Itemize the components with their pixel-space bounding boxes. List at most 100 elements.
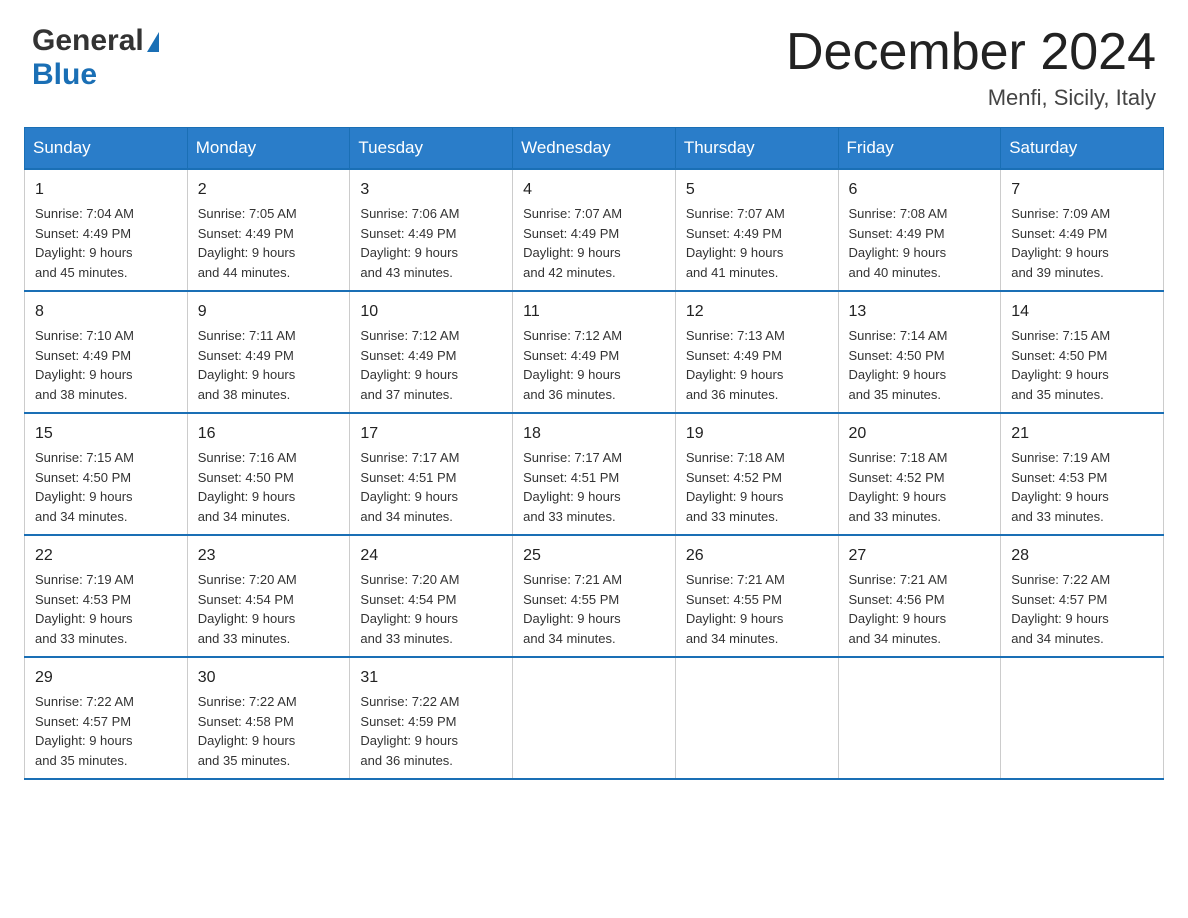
week-row-3: 15Sunrise: 7:15 AM Sunset: 4:50 PM Dayli… [25, 413, 1164, 535]
day-info: Sunrise: 7:20 AM Sunset: 4:54 PM Dayligh… [360, 570, 502, 648]
day-number: 18 [523, 422, 665, 446]
day-number: 8 [35, 300, 177, 324]
day-number: 5 [686, 178, 828, 202]
weekday-header-thursday: Thursday [675, 128, 838, 170]
day-number: 7 [1011, 178, 1153, 202]
day-info: Sunrise: 7:22 AM Sunset: 4:57 PM Dayligh… [35, 692, 177, 770]
day-info: Sunrise: 7:15 AM Sunset: 4:50 PM Dayligh… [1011, 326, 1153, 404]
calendar-cell: 8Sunrise: 7:10 AM Sunset: 4:49 PM Daylig… [25, 291, 188, 413]
header-right: December 2024 Menfi, Sicily, Italy [786, 24, 1156, 111]
weekday-header-friday: Friday [838, 128, 1001, 170]
month-title: December 2024 [786, 24, 1156, 81]
day-info: Sunrise: 7:13 AM Sunset: 4:49 PM Dayligh… [686, 326, 828, 404]
calendar-cell: 16Sunrise: 7:16 AM Sunset: 4:50 PM Dayli… [187, 413, 350, 535]
day-number: 4 [523, 178, 665, 202]
weekday-header-monday: Monday [187, 128, 350, 170]
day-info: Sunrise: 7:12 AM Sunset: 4:49 PM Dayligh… [523, 326, 665, 404]
day-number: 21 [1011, 422, 1153, 446]
page-header: General Blue December 2024 Menfi, Sicily… [0, 0, 1188, 127]
calendar-cell: 1Sunrise: 7:04 AM Sunset: 4:49 PM Daylig… [25, 169, 188, 291]
day-number: 15 [35, 422, 177, 446]
calendar-cell: 20Sunrise: 7:18 AM Sunset: 4:52 PM Dayli… [838, 413, 1001, 535]
week-row-5: 29Sunrise: 7:22 AM Sunset: 4:57 PM Dayli… [25, 657, 1164, 779]
day-number: 14 [1011, 300, 1153, 324]
week-row-1: 1Sunrise: 7:04 AM Sunset: 4:49 PM Daylig… [25, 169, 1164, 291]
calendar-cell: 29Sunrise: 7:22 AM Sunset: 4:57 PM Dayli… [25, 657, 188, 779]
calendar-cell: 26Sunrise: 7:21 AM Sunset: 4:55 PM Dayli… [675, 535, 838, 657]
weekday-header-saturday: Saturday [1001, 128, 1164, 170]
day-info: Sunrise: 7:20 AM Sunset: 4:54 PM Dayligh… [198, 570, 340, 648]
day-info: Sunrise: 7:21 AM Sunset: 4:56 PM Dayligh… [849, 570, 991, 648]
calendar-cell: 4Sunrise: 7:07 AM Sunset: 4:49 PM Daylig… [513, 169, 676, 291]
day-number: 11 [523, 300, 665, 324]
calendar-cell [838, 657, 1001, 779]
day-info: Sunrise: 7:10 AM Sunset: 4:49 PM Dayligh… [35, 326, 177, 404]
calendar-cell: 10Sunrise: 7:12 AM Sunset: 4:49 PM Dayli… [350, 291, 513, 413]
day-info: Sunrise: 7:21 AM Sunset: 4:55 PM Dayligh… [686, 570, 828, 648]
calendar-cell: 11Sunrise: 7:12 AM Sunset: 4:49 PM Dayli… [513, 291, 676, 413]
day-info: Sunrise: 7:14 AM Sunset: 4:50 PM Dayligh… [849, 326, 991, 404]
day-number: 24 [360, 544, 502, 568]
calendar-cell: 14Sunrise: 7:15 AM Sunset: 4:50 PM Dayli… [1001, 291, 1164, 413]
day-number: 17 [360, 422, 502, 446]
weekday-header-tuesday: Tuesday [350, 128, 513, 170]
day-info: Sunrise: 7:12 AM Sunset: 4:49 PM Dayligh… [360, 326, 502, 404]
day-number: 20 [849, 422, 991, 446]
day-number: 12 [686, 300, 828, 324]
day-info: Sunrise: 7:07 AM Sunset: 4:49 PM Dayligh… [523, 204, 665, 282]
calendar-cell [1001, 657, 1164, 779]
calendar-cell: 31Sunrise: 7:22 AM Sunset: 4:59 PM Dayli… [350, 657, 513, 779]
logo-blue-text: Blue [32, 58, 97, 91]
calendar-cell: 23Sunrise: 7:20 AM Sunset: 4:54 PM Dayli… [187, 535, 350, 657]
day-number: 19 [686, 422, 828, 446]
day-info: Sunrise: 7:09 AM Sunset: 4:49 PM Dayligh… [1011, 204, 1153, 282]
calendar-cell: 30Sunrise: 7:22 AM Sunset: 4:58 PM Dayli… [187, 657, 350, 779]
calendar-cell: 9Sunrise: 7:11 AM Sunset: 4:49 PM Daylig… [187, 291, 350, 413]
calendar-cell: 2Sunrise: 7:05 AM Sunset: 4:49 PM Daylig… [187, 169, 350, 291]
day-number: 13 [849, 300, 991, 324]
day-info: Sunrise: 7:04 AM Sunset: 4:49 PM Dayligh… [35, 204, 177, 282]
day-number: 10 [360, 300, 502, 324]
calendar-cell: 3Sunrise: 7:06 AM Sunset: 4:49 PM Daylig… [350, 169, 513, 291]
day-number: 28 [1011, 544, 1153, 568]
day-info: Sunrise: 7:06 AM Sunset: 4:49 PM Dayligh… [360, 204, 502, 282]
day-number: 3 [360, 178, 502, 202]
calendar-cell: 17Sunrise: 7:17 AM Sunset: 4:51 PM Dayli… [350, 413, 513, 535]
calendar-cell: 21Sunrise: 7:19 AM Sunset: 4:53 PM Dayli… [1001, 413, 1164, 535]
day-number: 2 [198, 178, 340, 202]
day-info: Sunrise: 7:22 AM Sunset: 4:59 PM Dayligh… [360, 692, 502, 770]
day-number: 16 [198, 422, 340, 446]
day-number: 29 [35, 666, 177, 690]
calendar-cell: 5Sunrise: 7:07 AM Sunset: 4:49 PM Daylig… [675, 169, 838, 291]
calendar-cell: 7Sunrise: 7:09 AM Sunset: 4:49 PM Daylig… [1001, 169, 1164, 291]
day-number: 26 [686, 544, 828, 568]
calendar-cell: 15Sunrise: 7:15 AM Sunset: 4:50 PM Dayli… [25, 413, 188, 535]
calendar-cell: 13Sunrise: 7:14 AM Sunset: 4:50 PM Dayli… [838, 291, 1001, 413]
calendar-cell: 18Sunrise: 7:17 AM Sunset: 4:51 PM Dayli… [513, 413, 676, 535]
calendar-cell [513, 657, 676, 779]
day-info: Sunrise: 7:17 AM Sunset: 4:51 PM Dayligh… [360, 448, 502, 526]
day-info: Sunrise: 7:22 AM Sunset: 4:57 PM Dayligh… [1011, 570, 1153, 648]
calendar-cell: 6Sunrise: 7:08 AM Sunset: 4:49 PM Daylig… [838, 169, 1001, 291]
day-number: 1 [35, 178, 177, 202]
day-info: Sunrise: 7:15 AM Sunset: 4:50 PM Dayligh… [35, 448, 177, 526]
day-number: 9 [198, 300, 340, 324]
day-info: Sunrise: 7:19 AM Sunset: 4:53 PM Dayligh… [1011, 448, 1153, 526]
logo: General Blue [32, 24, 159, 92]
calendar-cell [675, 657, 838, 779]
logo-general-text: General [32, 24, 144, 58]
day-number: 23 [198, 544, 340, 568]
day-info: Sunrise: 7:07 AM Sunset: 4:49 PM Dayligh… [686, 204, 828, 282]
day-number: 25 [523, 544, 665, 568]
calendar-cell: 28Sunrise: 7:22 AM Sunset: 4:57 PM Dayli… [1001, 535, 1164, 657]
day-info: Sunrise: 7:18 AM Sunset: 4:52 PM Dayligh… [849, 448, 991, 526]
day-info: Sunrise: 7:22 AM Sunset: 4:58 PM Dayligh… [198, 692, 340, 770]
week-row-4: 22Sunrise: 7:19 AM Sunset: 4:53 PM Dayli… [25, 535, 1164, 657]
day-info: Sunrise: 7:11 AM Sunset: 4:49 PM Dayligh… [198, 326, 340, 404]
day-number: 27 [849, 544, 991, 568]
calendar-cell: 25Sunrise: 7:21 AM Sunset: 4:55 PM Dayli… [513, 535, 676, 657]
weekday-header-sunday: Sunday [25, 128, 188, 170]
day-info: Sunrise: 7:16 AM Sunset: 4:50 PM Dayligh… [198, 448, 340, 526]
day-number: 31 [360, 666, 502, 690]
calendar-table: SundayMondayTuesdayWednesdayThursdayFrid… [24, 127, 1164, 780]
